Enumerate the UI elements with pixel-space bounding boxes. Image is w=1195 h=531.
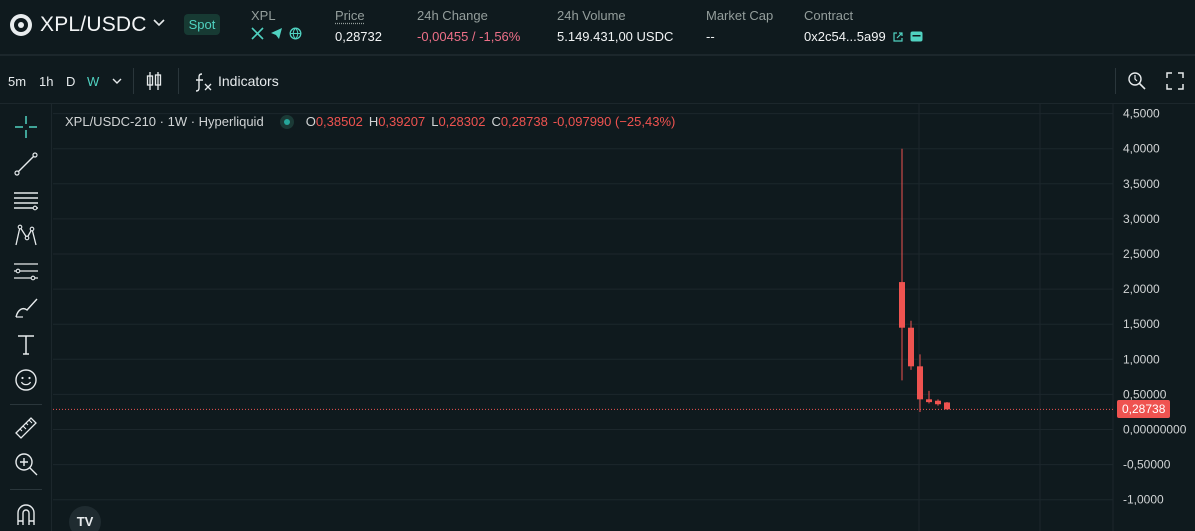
timeframe-w[interactable]: W: [87, 74, 99, 89]
x-twitter-icon[interactable]: [251, 27, 264, 40]
ohlc-legend: XPL/USDC-210 · 1W · Hyperliquid O 0,3850…: [65, 114, 675, 129]
ruler-icon[interactable]: [13, 415, 39, 441]
legend-low-key: L: [431, 114, 439, 129]
legend-open-key: O: [305, 114, 316, 129]
y-axis-tick-label: 2,5000: [1123, 247, 1160, 261]
pattern-tool-icon[interactable]: [13, 223, 39, 249]
pair-selector-title[interactable]: XPL/USDC: [40, 13, 147, 37]
telegram-icon[interactable]: [270, 27, 283, 40]
toolbar-divider: [133, 68, 134, 94]
y-axis-tick-label: 3,5000: [1123, 177, 1160, 191]
market-cap-stat: Market Cap --: [706, 8, 773, 44]
timeframe-1h[interactable]: 1h: [39, 74, 53, 89]
chevron-down-icon[interactable]: [151, 14, 167, 30]
tradingview-logo[interactable]: TV: [69, 506, 101, 531]
indicators-button[interactable]: Indicators: [218, 73, 279, 89]
candle-body: [899, 282, 905, 328]
candle-body: [926, 399, 932, 403]
globe-icon[interactable]: [289, 27, 302, 40]
legend-symbol: XPL/USDC-210 · 1W · Hyperliquid: [65, 114, 264, 129]
volume-label: 24h Volume: [557, 8, 626, 23]
xpl-coin-logo: [10, 14, 32, 36]
volume-value: 5.149.431,00 USDC: [557, 29, 674, 44]
market-cap-value: --: [706, 29, 715, 44]
candles-chart-type-icon[interactable]: [145, 71, 163, 91]
y-axis-tick-label: 3,0000: [1123, 212, 1160, 226]
indicators-fx-icon[interactable]: [193, 72, 213, 92]
price-value: 0,28732: [335, 29, 382, 44]
trend-line-icon[interactable]: [13, 151, 39, 177]
magnet-icon[interactable]: [13, 501, 39, 527]
y-axis-tick-label: 4,0000: [1123, 142, 1160, 156]
y-axis-tick-label: 1,0000: [1123, 352, 1160, 366]
quick-search-icon[interactable]: [1127, 71, 1147, 91]
price-label: Price: [335, 8, 365, 23]
horizontal-lines-icon[interactable]: [13, 187, 39, 213]
token-label: XPL: [251, 8, 276, 23]
y-axis-tick-label: -1,0000: [1123, 493, 1164, 507]
fullscreen-icon[interactable]: [1166, 72, 1184, 90]
contract-address[interactable]: 0x2c54...5a99: [804, 29, 886, 44]
social-links: [251, 27, 302, 40]
brush-icon[interactable]: [13, 295, 39, 321]
legend-high-key: H: [368, 114, 379, 129]
price-chart[interactable]: 4,5000 4,0000 3,5000 3,0000 2,5000 2,0000 1,50…: [53, 104, 1195, 531]
wallet-icon[interactable]: [910, 31, 923, 42]
y-axis-tick-label: -0,50000: [1123, 458, 1171, 472]
candle-body: [908, 327, 914, 367]
candlestick-chart[interactable]: 4,5000 4,0000 3,5000 3,0000 2,5000 2,0000 1,50…: [53, 104, 1195, 531]
tool-divider: [10, 489, 42, 490]
candle-body: [935, 400, 941, 405]
external-link-icon[interactable]: [892, 31, 904, 43]
contract-row: 0x2c54...5a99: [804, 29, 923, 44]
market-cap-label: Market Cap: [706, 8, 774, 23]
y-axis-tick-label: 0,00000000: [1123, 423, 1187, 437]
change-value: -0,00455 / -1,56%: [417, 29, 521, 44]
legend-change-value: -0,097990 (−25,43%): [552, 114, 676, 129]
contract-label: Contract: [804, 8, 854, 23]
y-axis-tick-label: 4,5000: [1123, 107, 1160, 121]
last-price-label: 0,28738: [1117, 400, 1171, 419]
toolbar-divider: [178, 68, 179, 94]
price-stat: Price 0,28732: [335, 8, 382, 44]
market-header: XPL/USDC Spot XPL Price 0,28732 24h Chan…: [0, 0, 1195, 56]
text-tool-icon[interactable]: [13, 331, 39, 357]
legend-close-value: 0,28738: [500, 114, 548, 129]
volume-stat: 24h Volume 5.149.431,00 USDC: [557, 8, 673, 44]
change-label: 24h Change: [417, 8, 488, 23]
change-stat: 24h Change -0,00455 / -1,56%: [417, 8, 520, 44]
zoom-in-icon[interactable]: [13, 451, 39, 477]
tool-divider: [10, 404, 42, 405]
y-axis-tick-label: 0,50000: [1123, 387, 1167, 401]
fib-retracement-icon[interactable]: [13, 259, 39, 285]
y-axis-tick-label: 1,5000: [1123, 317, 1160, 331]
drawing-toolbar: [0, 104, 52, 531]
market-status-icon: [279, 114, 294, 129]
emoji-icon[interactable]: [13, 367, 39, 393]
timeframe-d[interactable]: D: [66, 74, 75, 89]
crosshair-cursor-icon[interactable]: [13, 114, 39, 140]
candle-body: [917, 366, 923, 400]
legend-open-value: 0,38502: [315, 114, 363, 129]
spot-badge: Spot: [184, 14, 220, 35]
token-info: XPL: [251, 8, 302, 40]
chart-toolbar: 5m 1h D W Indicators: [0, 58, 1195, 104]
legend-close-key: C: [491, 114, 501, 129]
y-axis-tick-label: 2,0000: [1123, 282, 1160, 296]
candle-body: [944, 402, 950, 410]
toolbar-divider: [1115, 68, 1116, 94]
legend-high-value: 0,39207: [378, 114, 426, 129]
timeframe-chevron-down-icon[interactable]: [112, 77, 122, 85]
contract-stat: Contract 0x2c54...5a99: [804, 8, 923, 44]
timeframe-5m[interactable]: 5m: [8, 74, 26, 89]
legend-low-value: 0,28302: [438, 114, 486, 129]
